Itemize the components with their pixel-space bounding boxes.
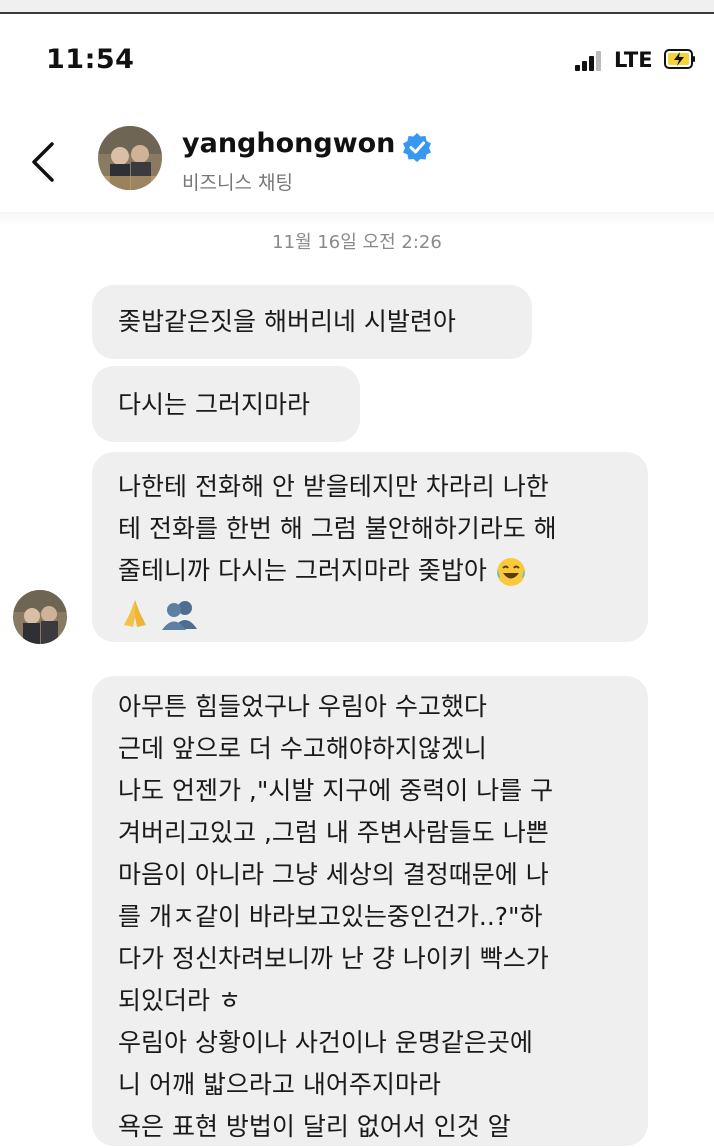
- face-with-tears-of-joy-emoji: [496, 558, 525, 586]
- message-line: 니 어깨 밟으라고 내어주지마라: [118, 1070, 441, 1099]
- message-line: 나도 언젠가 ,"시발 지구에 중력이 나를 구: [118, 776, 554, 805]
- message-bubble[interactable]: 좆밥같은짓을 해버리네 시발련아: [92, 285, 532, 359]
- message-line: 겨버리고있고 ,그럼 내 주변사람들도 나쁜: [118, 818, 549, 847]
- chat-header: yanghongwon 비즈니스 채팅: [0, 110, 714, 210]
- message-timestamp: 11월 16일 오전 2:26: [272, 232, 442, 253]
- sender-avatar[interactable]: [13, 590, 67, 644]
- network-label: LTE: [614, 48, 653, 72]
- chat-subtitle: 비즈니스 채팅: [182, 172, 293, 194]
- folded-hands-emoji: [124, 600, 146, 627]
- message-line: 아무튼 힘들었구나 우림아 수고했다: [118, 692, 487, 721]
- message-line: 나한테 전화해 안 받을테지만 차라리 나한: [118, 472, 549, 501]
- profile-avatar[interactable]: [98, 126, 162, 190]
- status-bar: 11:54 LTE: [0, 40, 714, 84]
- message-line: 좆밥같은짓을 해버리네 시발련아: [118, 307, 456, 336]
- status-time: 11:54: [46, 44, 135, 75]
- message-line: 다시는 그러지마라: [118, 390, 310, 419]
- message-line: 테 전화를 한번 해 그럼 불안해하기라도 해: [118, 514, 557, 543]
- message-line: 근데 앞으로 더 수고해야하지않겠니: [118, 734, 487, 763]
- top-edge: [0, 0, 714, 14]
- battery-charging-icon: [664, 49, 695, 69]
- message-line: 욕은 표현 방법이 달리 없어서 인것 알: [118, 1112, 511, 1141]
- message-line: 마음이 아니라 그냥 세상의 결정때문에 나: [118, 860, 549, 889]
- message-bubble[interactable]: 나한테 전화해 안 받을테지만 차라리 나한 테 전화를 한번 해 그럼 불안해…: [92, 452, 648, 642]
- message-line: 줄테니까 다시는 그러지마라 좆밥아: [118, 556, 487, 585]
- back-chevron-icon[interactable]: [28, 140, 58, 184]
- message-line: 다가 정신차려보니까 난 걍 나이키 빡스가: [118, 944, 549, 973]
- verified-badge-icon: [403, 133, 431, 162]
- message-bubble[interactable]: 다시는 그러지마라: [92, 366, 360, 442]
- message-line: 우림아 상황이나 사건이나 운명같은곳에: [118, 1028, 533, 1057]
- header-divider: [0, 212, 714, 226]
- message-line: 를 개ㅈ같이 바라보고있는중인건가..?"하: [118, 902, 543, 931]
- message-bubble[interactable]: 아무튼 힘들었구나 우림아 수고했다 근데 앞으로 더 수고해야하지않겠니 나도…: [92, 676, 648, 1146]
- signal-bars-icon: [575, 51, 601, 71]
- busts-in-silhouette-emoji: [161, 601, 197, 630]
- chat-username[interactable]: yanghongwon: [182, 128, 395, 159]
- message-line: 되있더라 ㅎ: [118, 986, 241, 1015]
